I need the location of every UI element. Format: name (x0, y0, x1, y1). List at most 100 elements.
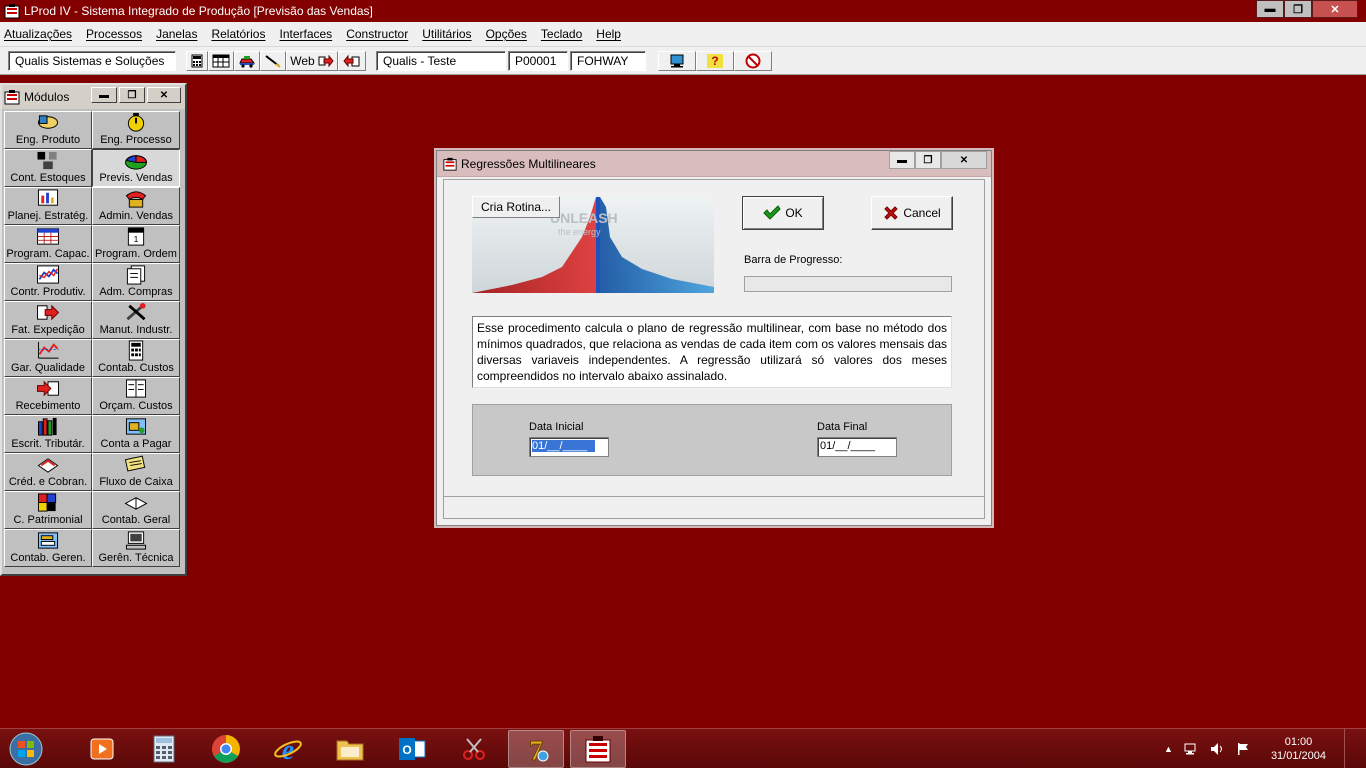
menu-constructor[interactable]: Constructor (346, 27, 408, 41)
management-report-icon (37, 532, 59, 549)
receiving-arrow-icon (37, 380, 59, 397)
network-icon[interactable] (1183, 741, 1199, 757)
exit-button[interactable] (338, 50, 366, 71)
books-icon (37, 417, 57, 436)
dialog-maximize-button[interactable]: ❐ (915, 151, 941, 169)
code-field: P00001 (508, 50, 568, 71)
module-previs-vendas[interactable]: Previs. Vendas (92, 149, 180, 187)
taskbar: e O 7 ▲ 01:00 31/01/2004 (0, 728, 1366, 768)
shutdown-button[interactable] (734, 50, 772, 71)
module-contr-produtiv[interactable]: Contr. Produtiv. (4, 263, 92, 301)
calculator-button[interactable] (186, 50, 208, 71)
module-adm-compras[interactable]: Adm. Compras (92, 263, 180, 301)
module-contab-geren[interactable]: Contab. Geren. (4, 529, 92, 567)
module-recebimento[interactable]: Recebimento (4, 377, 92, 415)
modulos-close-button[interactable]: ✕ (147, 87, 181, 103)
module-c-patrimonial[interactable]: C. Patrimonial (4, 491, 92, 529)
menu-help[interactable]: Help (596, 27, 621, 41)
module-eng-produto[interactable]: Eng. Produto (4, 111, 92, 149)
module-conta-pagar[interactable]: Conta a Pagar (92, 415, 180, 453)
maximize-button[interactable]: ❐ (1284, 0, 1312, 18)
menu-interfaces[interactable]: Interfaces (279, 27, 332, 41)
taskbar-chrome[interactable] (198, 730, 254, 768)
cancel-button[interactable]: Cancel (871, 196, 953, 230)
menu-opcoes[interactable]: Opções (486, 27, 527, 41)
computer-icon (670, 54, 684, 67)
modulos-title-bar: Módulos ▬ ❐ ✕ (2, 85, 185, 109)
start-button[interactable] (6, 729, 46, 768)
show-desktop-button[interactable] (1344, 729, 1354, 768)
taskbar-lprod[interactable] (570, 729, 626, 768)
volume-icon[interactable] (1209, 741, 1225, 757)
dialog-status-bar (444, 496, 984, 518)
modulos-icon (4, 90, 20, 105)
menu-utilitarios[interactable]: Utilitários (422, 27, 471, 41)
pencil-icon (265, 54, 281, 68)
taskbar-outlook[interactable]: O (384, 730, 440, 768)
app-title: LProd IV - Sistema Integrado de Produção… (24, 4, 373, 18)
module-program-capac[interactable]: Program. Capac. (4, 225, 92, 263)
cria-rotina-button[interactable]: Cria Rotina... (472, 196, 560, 218)
clock[interactable]: 01:00 31/01/2004 (1271, 735, 1326, 763)
exit-arrow-icon (343, 54, 360, 67)
module-fluxo-caixa[interactable]: Fluxo de Caixa (92, 453, 180, 491)
taskbar-internet-explorer[interactable]: e (260, 730, 316, 768)
data-inicial-input[interactable]: 01/__/____ (529, 437, 609, 457)
taskbar-app-seven[interactable]: 7 (508, 729, 564, 768)
calculator-icon (191, 54, 203, 67)
computer-button[interactable] (658, 50, 696, 71)
help-button[interactable]: ? (696, 50, 734, 71)
menu-atualizacoes[interactable]: Atualizações (4, 27, 72, 41)
window-controls: ▬ ❐ ✕ (1256, 0, 1358, 18)
car-button[interactable] (234, 50, 260, 71)
module-orcam-custos[interactable]: Orçam. Custos (92, 377, 180, 415)
menu-janelas[interactable]: Janelas (156, 27, 197, 41)
ok-button[interactable]: OK (742, 196, 824, 230)
calculator-icon (128, 340, 144, 361)
power-off-icon (745, 53, 761, 68)
modulos-minimize-button[interactable]: ▬ (91, 87, 117, 103)
module-admin-vendas[interactable]: Admin. Vendas (92, 187, 180, 225)
minimize-button[interactable]: ▬ (1256, 0, 1284, 18)
module-manut-industr[interactable]: Manut. Industr. (92, 301, 180, 339)
document-stack-icon (126, 265, 146, 285)
svg-text:e: e (282, 735, 294, 764)
clock-time: 01:00 (1284, 736, 1313, 748)
modulos-restore-button[interactable]: ❐ (119, 87, 145, 103)
module-planej-estrateg[interactable]: Planej. Estratég. (4, 187, 92, 225)
cash-flow-icon (124, 455, 146, 472)
module-geren-tecnica[interactable]: Gerên. Técnica (92, 529, 180, 567)
module-escrit-tributar[interactable]: Escrit. Tributár. (4, 415, 92, 453)
taskbar-file-explorer[interactable] (322, 730, 378, 768)
module-contab-custos[interactable]: Contab. Custos (92, 339, 180, 377)
app-title-bar: LProd IV - Sistema Integrado de Produção… (0, 0, 1366, 22)
module-fat-expedicao[interactable]: Fat. Expedição (4, 301, 92, 339)
menu-processos[interactable]: Processos (86, 27, 142, 41)
ledger-icon (125, 379, 147, 398)
tray-expand-icon[interactable]: ▲ (1164, 744, 1173, 754)
progress-bar (744, 276, 952, 292)
dialog-minimize-button[interactable]: ▬ (889, 151, 915, 169)
menu-teclado[interactable]: Teclado (541, 27, 582, 41)
dialog-close-button[interactable]: ✕ (941, 151, 987, 169)
module-program-ordem[interactable]: 1 Program. Ordem (92, 225, 180, 263)
taskbar-snipping-tool[interactable] (446, 730, 502, 768)
taskbar-media-player[interactable] (74, 730, 130, 768)
web-button[interactable]: Web (286, 50, 338, 71)
close-button[interactable]: ✕ (1312, 0, 1358, 18)
module-cont-estoques[interactable]: Cont. Estoques (4, 149, 92, 187)
calendar-button[interactable] (208, 50, 234, 71)
folder-icon (336, 740, 364, 760)
taskbar-calculator[interactable] (136, 730, 192, 768)
module-gar-qualidade[interactable]: Gar. Qualidade (4, 339, 92, 377)
dialog-title-bar: Regressões Multilineares ▬ ❐ ✕ (437, 151, 991, 177)
modulos-window: Módulos ▬ ❐ ✕ Eng. Produto Eng. Processo… (0, 83, 187, 576)
pencil-button[interactable] (260, 50, 286, 71)
module-contab-geral[interactable]: Contab. Geral (92, 491, 180, 529)
menu-relatorios[interactable]: Relatórios (211, 27, 265, 41)
module-eng-processo[interactable]: Eng. Processo (92, 111, 180, 149)
module-cred-cobran[interactable]: Créd. e Cobran. (4, 453, 92, 491)
company-field: Qualis Sistemas e Soluções (8, 50, 176, 71)
flag-icon[interactable] (1235, 741, 1251, 757)
data-final-input[interactable]: 01/__/____ (817, 437, 897, 457)
